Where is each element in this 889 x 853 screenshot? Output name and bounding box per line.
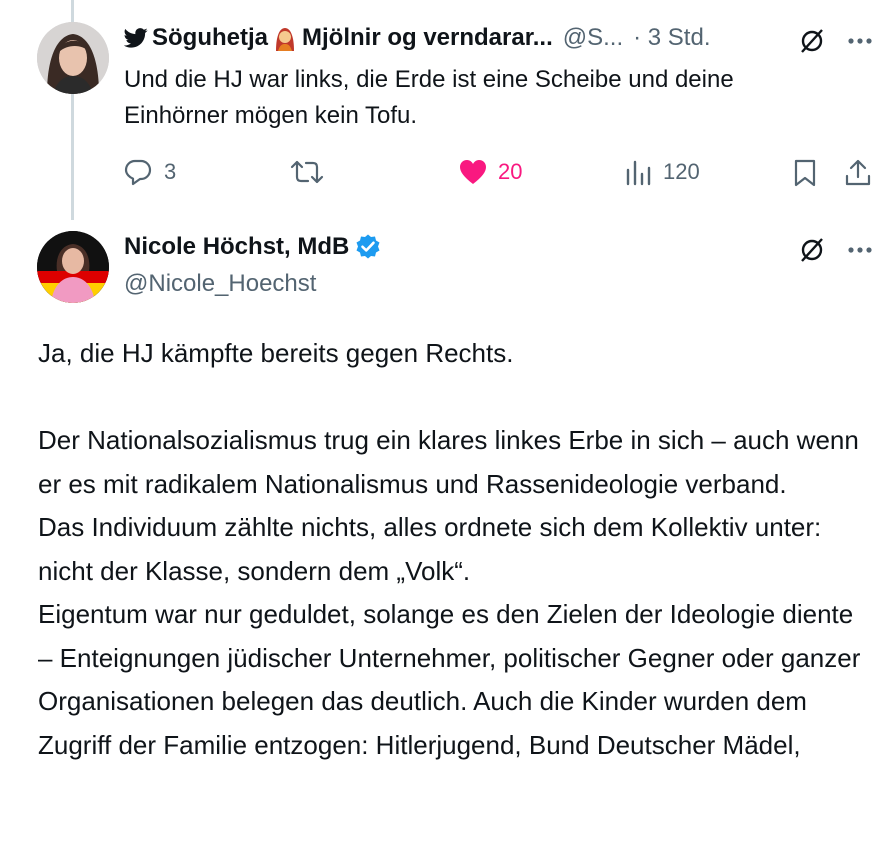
post-header: Nicole Höchst, MdB	[124, 233, 382, 261]
share-button[interactable]	[844, 158, 872, 188]
post-author-avatar[interactable]	[37, 231, 109, 303]
reply-timestamp[interactable]: · 3 Std.	[633, 24, 710, 52]
post-author-handle[interactable]: @Nicole_Hoechst	[124, 270, 316, 298]
post-author-name[interactable]: Nicole Höchst, MdB	[124, 233, 349, 261]
reply-author-name-rest[interactable]: Mjölnir og verndarar...	[302, 24, 553, 52]
views-count: 120	[663, 159, 700, 184]
like-count: 20	[498, 159, 523, 184]
post-paragraph: Ja, die HJ kämpfte bereits gegen Rechts.	[38, 338, 514, 368]
reply-count: 3	[164, 159, 177, 184]
grok-icon[interactable]	[797, 26, 827, 56]
heart-icon	[458, 158, 488, 186]
reply-action-bar: 3 20 120	[124, 152, 884, 196]
reply-author-handle[interactable]: @S...	[563, 24, 623, 52]
grok-icon[interactable]	[797, 235, 827, 265]
views-icon	[625, 158, 651, 186]
views-button[interactable]: 120	[625, 158, 700, 186]
more-icon[interactable]	[845, 28, 875, 54]
share-icon	[844, 158, 872, 188]
reply-text: Und die HJ war links, die Erde ist eine …	[124, 66, 734, 129]
post-body-text: Ja, die HJ kämpfte bereits gegen Rechts.…	[38, 332, 868, 767]
reply-button[interactable]: 3	[124, 158, 176, 186]
post-paragraph: Das Individuum zählte nichts, alles ordn…	[38, 512, 822, 586]
verified-badge-icon	[354, 233, 382, 261]
repost-button[interactable]	[290, 158, 324, 186]
reply-author-name[interactable]: Söguhetja	[152, 24, 268, 52]
post-paragraph: Der Nationalsozialismus trug ein klares …	[38, 425, 859, 499]
bird-icon	[124, 27, 148, 49]
bookmark-button[interactable]	[792, 158, 818, 188]
bookmark-icon	[792, 158, 818, 188]
more-icon[interactable]	[845, 237, 875, 263]
post-paragraph: Eigentum war nur geduldet, solange es de…	[38, 599, 861, 760]
repost-icon	[290, 158, 324, 186]
reply-header: Söguhetja Mjölnir og verndarar... @S... …	[124, 24, 711, 52]
like-button[interactable]: 20	[458, 158, 522, 186]
reply-icon	[124, 158, 152, 186]
reply-author-avatar[interactable]	[37, 22, 109, 94]
post-paragraph-spacer	[38, 376, 868, 420]
woman-emoji-icon	[272, 25, 298, 51]
